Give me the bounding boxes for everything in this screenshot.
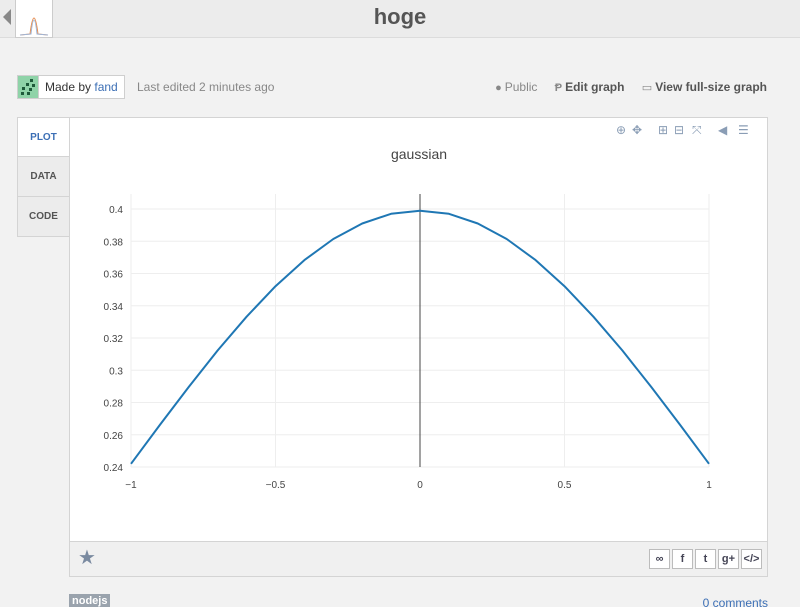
share-buttons: ∞ f t g+ </>	[647, 549, 762, 569]
autoscale-icon[interactable]: ⤧	[692, 123, 702, 137]
y-tick-label: 0.36	[104, 270, 124, 281]
last-edited-text: Last edited 2 minutes ago	[137, 80, 275, 94]
x-tick-label: −1	[125, 480, 137, 491]
made-by-label: Made by fand	[39, 75, 125, 99]
top-bar: hoge	[0, 0, 800, 38]
x-tick-label: 0.5	[558, 480, 572, 491]
y-tick-label: 0.32	[104, 334, 124, 345]
meta-row: Made by fand Last edited 2 minutes ago ●…	[17, 75, 767, 99]
edit-graph-label: Edit graph	[565, 80, 625, 94]
tab-plot[interactable]: PLOT	[17, 117, 70, 157]
hover-compare-icon[interactable]: ☰	[738, 123, 749, 137]
pen-icon: Ᵽ	[554, 82, 563, 94]
y-tick-label: 0.4	[109, 205, 123, 216]
twitter-icon[interactable]: t	[695, 549, 716, 569]
graph-actions: ● Public Ᵽ Edit graph ▭ View full-size grap…	[481, 75, 767, 100]
x-tick-label: 1	[706, 480, 712, 491]
author-link[interactable]: fand	[94, 80, 117, 94]
avatar[interactable]	[17, 75, 39, 99]
view-full-size-link[interactable]: ▭ View full-size graph	[642, 75, 767, 100]
y-tick-label: 0.3	[109, 366, 123, 377]
plot-footer: ★ ∞ f t g+ </>	[70, 541, 767, 576]
made-by-prefix: Made by	[45, 80, 92, 94]
public-link[interactable]: ● Public	[495, 75, 537, 100]
pan-icon[interactable]: ✥	[632, 123, 642, 137]
page-title: hoge	[373, 4, 427, 29]
zoom-icon[interactable]: ⊕	[616, 123, 626, 137]
google-plus-icon[interactable]: g+	[718, 549, 739, 569]
embed-code-icon[interactable]: </>	[741, 549, 762, 569]
star-icon[interactable]: ★	[78, 547, 96, 569]
globe-icon: ●	[495, 82, 502, 94]
x-tick-label: −0.5	[266, 480, 286, 491]
modebar: ⊕ ✥ ⊞ ⊟ ⤧ ◀ ☰	[614, 123, 764, 139]
y-tick-label: 0.28	[104, 399, 124, 410]
y-tick-label: 0.26	[104, 431, 124, 442]
zoom-in-icon[interactable]: ⊞	[658, 123, 668, 137]
y-tick-label: 0.24	[104, 463, 124, 474]
facebook-icon[interactable]: f	[672, 549, 693, 569]
zoom-out-icon[interactable]: ⊟	[674, 123, 684, 137]
y-tick-label: 0.34	[104, 302, 124, 313]
y-tick-label: 0.38	[104, 237, 124, 248]
view-tabs: PLOT DATA CODE	[17, 117, 70, 237]
edit-graph-link[interactable]: Ᵽ Edit graph	[555, 75, 625, 100]
chart-title: gaussian	[391, 146, 447, 162]
chart[interactable]: 0.24 0.26 0.28 0.3 0.32 0.34 0.36 0.38 0.4 −1 −0.5…	[70, 118, 767, 541]
hover-closest-icon[interactable]: ◀	[718, 123, 727, 137]
x-tick-label: 0	[417, 480, 423, 491]
public-label: Public	[504, 80, 538, 94]
tag-badge[interactable]: nodejs	[69, 594, 111, 607]
comments-link[interactable]: 0 comments	[703, 596, 768, 607]
monitor-icon: ▭	[641, 82, 653, 94]
tab-data[interactable]: DATA	[17, 157, 70, 197]
link-icon[interactable]: ∞	[649, 549, 670, 569]
view-full-size-label: View full-size graph	[655, 80, 767, 94]
tab-code[interactable]: CODE	[17, 197, 70, 237]
plot-panel: 0.24 0.26 0.28 0.3 0.32 0.34 0.36 0.38 0.4 −1 −0.5…	[69, 117, 768, 577]
